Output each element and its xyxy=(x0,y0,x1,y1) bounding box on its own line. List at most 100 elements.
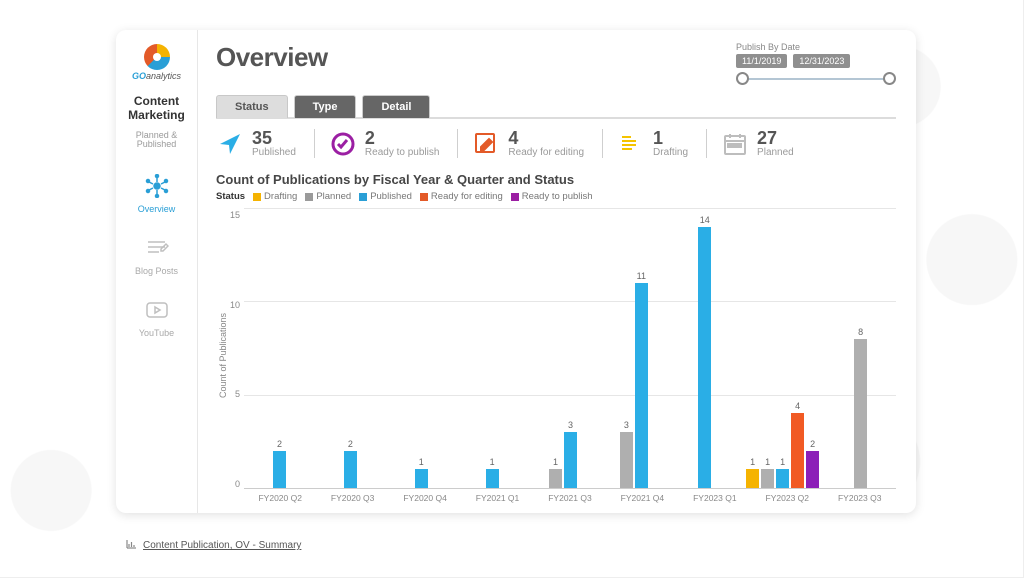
xaxis-tick: FY2020 Q4 xyxy=(389,489,461,503)
ready-for-editing-icon xyxy=(472,130,500,158)
bar[interactable]: 3 xyxy=(564,432,577,488)
bar[interactable]: 1 xyxy=(761,469,774,488)
sidebar-item-label: YouTube xyxy=(139,328,174,338)
bar[interactable]: 1 xyxy=(746,469,759,488)
xaxis-tick: FY2023 Q3 xyxy=(824,489,896,503)
slider-handle-right[interactable] xyxy=(883,72,896,85)
planned-icon xyxy=(721,130,749,158)
logo-text: GOanalytics xyxy=(132,71,181,81)
chart-bar-group[interactable]: 2 xyxy=(244,208,315,488)
page: GOanalytics Content Marketing Planned & … xyxy=(0,0,1024,578)
bar-data-label: 1 xyxy=(419,457,424,467)
chart: Count of Publications 151050 22111331114… xyxy=(216,208,896,503)
legend-item[interactable]: Drafting xyxy=(253,191,297,202)
chart-bar-group[interactable]: 311 xyxy=(598,208,669,488)
chart-xaxis: FY2020 Q2FY2020 Q3FY2020 Q4FY2021 Q1 FY20… xyxy=(244,489,896,503)
chart-bar-group[interactable]: 1 xyxy=(386,208,457,488)
bar-data-label: 1 xyxy=(490,457,495,467)
date-range-from[interactable]: 11/1/2019 xyxy=(736,54,787,68)
bar[interactable]: 1 xyxy=(415,469,428,488)
sidebar-item-overview[interactable]: Overview xyxy=(116,164,197,222)
tabs: Status Type Detail xyxy=(216,94,896,119)
chart-bar-group[interactable]: 13 xyxy=(528,208,599,488)
legend-swatch xyxy=(305,193,313,201)
legend-label: Status xyxy=(216,191,245,202)
legend-swatch xyxy=(359,193,367,201)
play-icon xyxy=(143,296,171,324)
chart-bar-group[interactable]: 8 xyxy=(825,208,896,488)
bar-data-label: 1 xyxy=(750,457,755,467)
lines-icon xyxy=(143,234,171,262)
tab-detail[interactable]: Detail xyxy=(362,95,430,118)
legend-item[interactable]: Ready for editing xyxy=(420,191,503,202)
sidebar: GOanalytics Content Marketing Planned & … xyxy=(116,30,198,513)
bar-data-label: 4 xyxy=(795,401,800,411)
logo-icon xyxy=(144,44,170,70)
bar[interactable]: 2 xyxy=(806,451,819,488)
legend-item[interactable]: Published xyxy=(359,191,412,202)
xaxis-tick: FY2021 Q4 xyxy=(606,489,678,503)
legend-swatch xyxy=(420,193,428,201)
bar-data-label: 11 xyxy=(637,271,646,281)
main-card: GOanalytics Content Marketing Planned & … xyxy=(116,30,916,513)
ready-to-publish-icon xyxy=(329,130,357,158)
kpi-label: Published xyxy=(252,147,296,158)
sidebar-item-youtube[interactable]: YouTube xyxy=(116,288,197,346)
chart-bar-group[interactable]: 1 xyxy=(457,208,528,488)
bar[interactable]: 2 xyxy=(273,451,286,488)
kpi-label: Ready for editing xyxy=(508,147,584,158)
bar-data-label: 2 xyxy=(810,439,815,449)
bar[interactable]: 1 xyxy=(549,469,562,488)
footer: Content Publication, OV - Summary xyxy=(125,538,301,553)
bar-data-label: 2 xyxy=(277,439,282,449)
kpi-published: 35 Published xyxy=(216,129,310,158)
chart-plot-area: 22111331114111428 xyxy=(244,208,896,489)
bar[interactable]: 1 xyxy=(486,469,499,488)
tab-type[interactable]: Type xyxy=(294,95,357,118)
date-range-to[interactable]: 12/31/2023 xyxy=(793,54,850,68)
kpi-label: Drafting xyxy=(653,147,688,158)
bar-data-label: 2 xyxy=(348,439,353,449)
bar[interactable]: 14 xyxy=(698,227,711,488)
chart-legend: Status Drafting Planned Published Ready for … xyxy=(216,191,896,202)
kpi-value: 1 xyxy=(653,129,688,147)
bar[interactable]: 11 xyxy=(635,283,648,488)
logo: GOanalytics xyxy=(132,44,181,81)
date-range-slider[interactable] xyxy=(736,72,896,86)
xaxis-tick: FY2020 Q2 xyxy=(244,489,316,503)
top-row: Overview Publish By Date 11/1/2019 12/31… xyxy=(216,42,896,86)
legend-swatch xyxy=(511,193,519,201)
bar-data-label: 3 xyxy=(624,420,629,430)
bar-data-label: 1 xyxy=(765,457,770,467)
tab-status[interactable]: Status xyxy=(216,95,288,118)
xaxis-tick: FY2021 Q1 xyxy=(461,489,533,503)
chart-small-icon xyxy=(125,538,137,553)
chart-bar-group[interactable]: 2 xyxy=(315,208,386,488)
kpi-planned: 27 Planned xyxy=(706,129,808,158)
chart-bar-group[interactable]: 14 xyxy=(669,208,740,488)
xaxis-tick: FY2020 Q3 xyxy=(316,489,388,503)
kpi-ready-for-editing: 4 Ready for editing xyxy=(457,129,598,158)
sidebar-section-subtitle: Planned & Published xyxy=(116,131,197,151)
xaxis-tick: FY2023 Q1 xyxy=(679,489,751,503)
legend-item[interactable]: Ready to publish xyxy=(511,191,593,202)
chart-yaxis-label: Count of Publications xyxy=(216,208,230,503)
main-panel: Overview Publish By Date 11/1/2019 12/31… xyxy=(198,30,916,513)
page-title: Overview xyxy=(216,42,328,73)
legend-item[interactable]: Planned xyxy=(305,191,351,202)
bar-data-label: 8 xyxy=(858,327,863,337)
kpi-row: 35 Published 2 Ready to publish 4 Ready … xyxy=(216,129,896,158)
bar[interactable]: 2 xyxy=(344,451,357,488)
footer-link[interactable]: Content Publication, OV - Summary xyxy=(143,540,301,551)
sidebar-item-blog-posts[interactable]: Blog Posts xyxy=(116,226,197,284)
kpi-label: Ready to publish xyxy=(365,147,440,158)
chart-yaxis-ticks: 151050 xyxy=(230,208,244,503)
snowflake-icon xyxy=(143,172,171,200)
chart-bar-group[interactable]: 11142 xyxy=(740,208,825,488)
kpi-value: 35 xyxy=(252,129,296,147)
slider-handle-left[interactable] xyxy=(736,72,749,85)
bar[interactable]: 1 xyxy=(776,469,789,488)
bar[interactable]: 4 xyxy=(791,413,804,488)
bar[interactable]: 8 xyxy=(854,339,867,488)
bar[interactable]: 3 xyxy=(620,432,633,488)
